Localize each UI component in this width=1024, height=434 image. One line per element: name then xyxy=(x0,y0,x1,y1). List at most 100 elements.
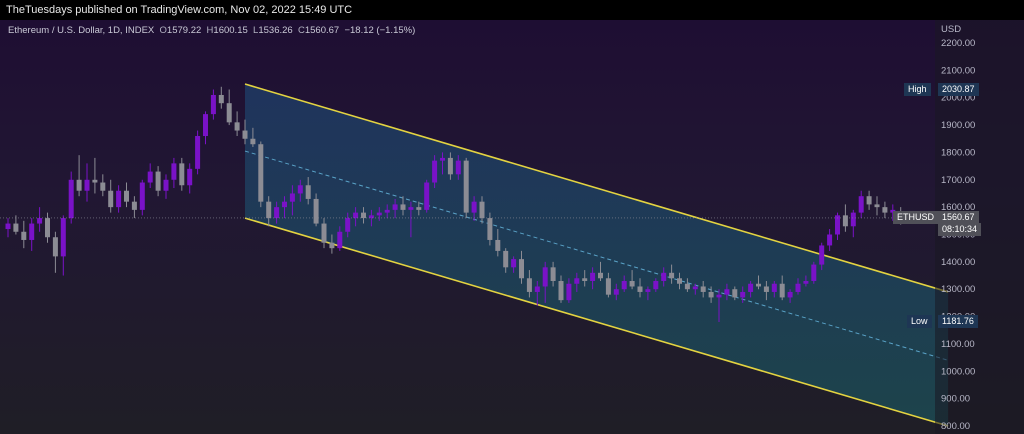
price-axis-tick: 1900.00 xyxy=(941,120,975,131)
high-tag-label: High xyxy=(904,83,931,96)
candle-body xyxy=(187,168,193,186)
candle-body xyxy=(45,218,50,238)
candle xyxy=(203,111,208,145)
candle xyxy=(147,163,153,188)
candle-body xyxy=(258,144,264,202)
candle-body xyxy=(400,204,406,210)
candle xyxy=(21,220,27,249)
candle-body xyxy=(440,157,445,161)
candle xyxy=(5,218,11,238)
candle-body xyxy=(305,185,311,199)
candle-body xyxy=(203,114,208,137)
candle-body xyxy=(803,281,809,284)
candle-body xyxy=(716,294,722,298)
candle xyxy=(210,89,216,120)
candle xyxy=(226,89,232,126)
candle-body xyxy=(76,179,82,191)
candle-body xyxy=(519,259,524,279)
price-axis-tick: 800.00 xyxy=(941,421,970,432)
candle-body xyxy=(92,179,98,183)
candle-body xyxy=(37,218,43,224)
candle-body xyxy=(376,212,382,216)
candle-body xyxy=(210,94,216,115)
candle-body xyxy=(819,245,825,265)
candle-body xyxy=(756,283,761,287)
candle xyxy=(92,157,98,194)
price-axis-tick: 1100.00 xyxy=(941,339,975,350)
symbol-legend: Ethereum / U.S. Dollar, 1D, INDEX O1579.… xyxy=(8,25,415,36)
candle-body xyxy=(534,286,540,292)
candle xyxy=(163,174,169,199)
candle-body xyxy=(637,286,643,292)
candle-body xyxy=(882,207,888,213)
candle-body xyxy=(131,201,137,210)
candle-body xyxy=(195,136,201,169)
candle xyxy=(258,141,264,208)
candle-body xyxy=(874,204,880,208)
price-axis-tick: 2200.00 xyxy=(941,38,975,49)
candle xyxy=(234,111,240,137)
bar-countdown-tag: 08:10:34 xyxy=(938,223,982,236)
candle-body xyxy=(384,209,390,213)
candle xyxy=(866,190,872,210)
low-value: 1536.26 xyxy=(258,25,293,36)
candle-body xyxy=(479,201,485,219)
candle-body xyxy=(835,215,840,235)
candle xyxy=(218,86,224,109)
high-tag-value: 2030.87 xyxy=(938,83,979,96)
candle xyxy=(195,130,201,175)
candle xyxy=(29,218,35,251)
candle-body xyxy=(289,193,295,202)
candle-body xyxy=(313,198,319,224)
candle-body xyxy=(68,179,74,219)
symbol-tag-label: ETHUSD xyxy=(893,211,939,224)
candle-body xyxy=(700,286,706,292)
candle-body xyxy=(503,250,509,268)
candle-body xyxy=(842,215,848,227)
candle-body xyxy=(455,160,461,175)
high-value: 1600.15 xyxy=(213,25,248,36)
channel-midline[interactable] xyxy=(244,150,949,361)
candle-body xyxy=(274,207,280,219)
candle-body xyxy=(669,272,675,279)
low-tag-label: Low xyxy=(907,315,932,328)
candle-body xyxy=(29,223,35,240)
candle xyxy=(835,212,840,240)
candle-body xyxy=(282,201,287,208)
candle-body xyxy=(321,223,327,243)
candle-body xyxy=(171,163,177,180)
close-label: C xyxy=(297,25,305,36)
open-label: O xyxy=(159,25,167,36)
parallel-channel[interactable] xyxy=(244,83,949,427)
candle-body xyxy=(590,272,596,282)
candle-body xyxy=(416,207,422,210)
candle-body xyxy=(155,171,161,191)
candle-body xyxy=(811,264,817,282)
channel-fill xyxy=(245,84,949,427)
candle-body xyxy=(408,207,414,210)
candle-body xyxy=(297,185,303,194)
candle-body xyxy=(621,281,627,290)
candle xyxy=(100,174,106,197)
price-axis-tick: 1300.00 xyxy=(941,284,975,295)
candle-body xyxy=(147,171,153,183)
candle-body xyxy=(218,94,224,104)
candle-body xyxy=(645,289,651,292)
candle xyxy=(60,215,66,276)
candle-body xyxy=(692,286,698,290)
price-axis-tick: 1700.00 xyxy=(941,175,975,186)
candle-body xyxy=(329,242,335,249)
candle-body xyxy=(139,182,145,210)
candle-body xyxy=(566,283,572,301)
candle-body xyxy=(463,160,469,213)
candle-body xyxy=(827,234,833,246)
price-chart[interactable]: USD2200.002100.002000.001900.001800.0017… xyxy=(0,0,1024,434)
candle-body xyxy=(242,130,248,139)
candle-body xyxy=(84,179,90,191)
close-value: 1560.67 xyxy=(304,25,340,36)
candle-body xyxy=(653,281,659,290)
candle-body xyxy=(163,179,169,191)
candle-body xyxy=(763,286,769,292)
candle xyxy=(124,182,129,208)
candle-body xyxy=(605,278,611,295)
